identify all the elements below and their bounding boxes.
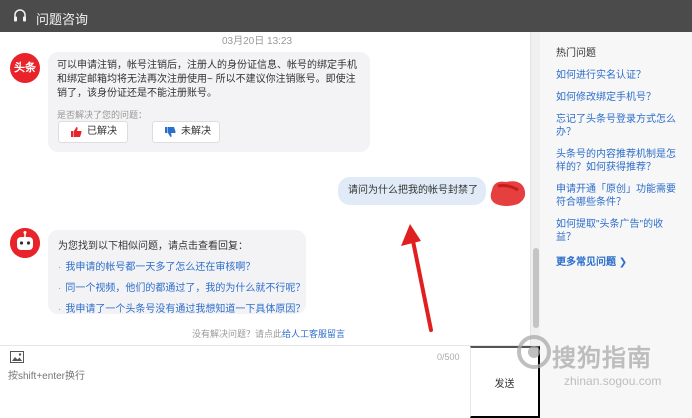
headset-icon: [14, 9, 26, 22]
annotation-arrow: [401, 224, 433, 332]
hot-question-link[interactable]: 如何提取"头条广告"的收益？: [556, 218, 682, 244]
sogou-watermark: 搜狗指南 zhinan.sogou.com: [512, 332, 688, 414]
robot-avatar: [10, 228, 40, 258]
similar-questions-bubble: 为您找到以下相似问题，请点击查看回复： 我申请的帐号都一天多了怎么还在审核啊？ …: [48, 230, 306, 315]
no-answer-text: 没有解决问题？请点此: [192, 329, 283, 339]
hot-question-link[interactable]: 忘记了头条号登录方式怎么办？: [556, 113, 682, 139]
hot-question-link[interactable]: 如何进行实名认证？: [556, 69, 682, 82]
chat-area: 03月20日 13:23 头条 可以申请注销，帐号注销后，注册人的身份证信息、帐…: [0, 32, 530, 345]
bot-message-bubble: 可以申请注销，帐号注销后，注册人的身份证信息、帐号的绑定手机和绑定邮箱均将无法再…: [48, 52, 370, 152]
message-timestamp: 03月20日 13:23: [222, 36, 293, 47]
similar-question-link[interactable]: 我申请了一个头条号没有通过我想知道一下具体原因？: [58, 300, 305, 315]
feedback-question: 是否解决了您的问题：: [57, 110, 148, 120]
title-bar: 问题咨询: [0, 0, 692, 32]
similar-question-link[interactable]: 同一个视频，他们的都通过了，我的为什么就不行呢？: [58, 279, 305, 294]
hot-question-link[interactable]: 申请开通「原创」功能需要符合哪些条件？: [556, 183, 682, 209]
no-answer-prompt: 没有解决问题？请点此给人工客服留言: [192, 327, 345, 340]
unsolved-button[interactable]: 未解决: [152, 121, 220, 143]
character-counter: 0/500: [437, 352, 460, 362]
thumbs-down-icon: [165, 127, 176, 137]
user-message-bubble: 请问为什么把我的帐号封禁了: [338, 177, 486, 205]
similar-questions-header: 为您找到以下相似问题，请点击查看回复：: [58, 241, 248, 252]
scrollbar-thumb[interactable]: [533, 248, 539, 328]
hot-question-link[interactable]: 如何修改绑定手机号？: [556, 91, 682, 104]
hot-question-link[interactable]: 头条号的内容推荐机制是怎样的？如何获得推荐？: [556, 148, 682, 174]
leave-message-link[interactable]: 给人工客服留言: [282, 329, 345, 339]
more-questions-label: 更多常见问题: [556, 257, 616, 268]
solved-label: 已解决: [87, 126, 117, 137]
window-title: 问题咨询: [36, 12, 89, 27]
unsolved-label: 未解决: [181, 126, 211, 137]
message-input-area: 0/500 发送: [0, 345, 540, 418]
toutiao-avatar: 头条: [10, 53, 40, 83]
watermark-url: zhinan.sogou.com: [564, 374, 662, 388]
similar-question-link[interactable]: 我申请的帐号都一天多了怎么还在审核啊？: [58, 258, 296, 273]
solved-button[interactable]: 已解决: [58, 121, 128, 143]
chevron-right-icon: ❯: [618, 257, 628, 268]
more-questions-link[interactable]: 更多常见问题 ❯: [556, 253, 682, 268]
user-avatar-redacted: [490, 181, 526, 206]
image-upload-icon[interactable]: [10, 351, 24, 363]
sogou-logo-icon: [517, 335, 551, 369]
chat-scrollbar[interactable]: [530, 32, 540, 345]
thumbs-up-icon: [71, 127, 82, 137]
bot-message-text: 可以申请注销，帐号注销后，注册人的身份证信息、帐号的绑定手机和绑定邮箱均将无法再…: [57, 60, 357, 99]
message-input[interactable]: [8, 367, 463, 407]
watermark-title: 搜狗指南: [552, 345, 652, 372]
hot-questions-heading: 热门问题: [556, 48, 596, 59]
